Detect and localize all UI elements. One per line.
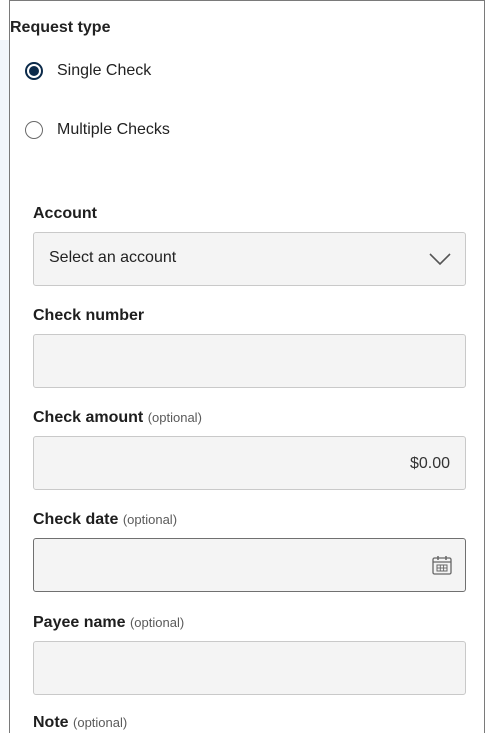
- check-amount-label: Check amount (optional): [33, 409, 202, 426]
- check-amount-value: $0.00: [409, 455, 450, 472]
- note-optional: (optional): [73, 715, 128, 730]
- radio-single-check[interactable]: Single Check: [25, 62, 151, 80]
- check-request-form: Request type Single Check Multiple Check…: [9, 0, 485, 733]
- radio-single-check-label: Single Check: [57, 62, 152, 79]
- radio-button-unselected[interactable]: [25, 121, 43, 139]
- check-date-input[interactable]: [33, 538, 466, 592]
- chevron-down-icon: [429, 253, 451, 266]
- payee-name-input[interactable]: [33, 641, 466, 695]
- request-type-title: Request type: [10, 19, 111, 36]
- check-number-label: Check number: [33, 307, 145, 324]
- radio-multiple-checks-label: Multiple Checks: [57, 121, 170, 138]
- payee-name-optional: (optional): [129, 615, 185, 630]
- note-label: Note (optional): [33, 714, 128, 731]
- check-amount-input[interactable]: $0.00: [33, 436, 466, 490]
- calendar-icon[interactable]: [431, 554, 453, 576]
- payee-name-label: Payee name (optional): [33, 614, 185, 631]
- account-select-value: Select an account: [49, 249, 177, 266]
- account-select[interactable]: Select an account: [33, 232, 466, 286]
- check-amount-optional: (optional): [147, 410, 202, 425]
- check-number-input[interactable]: [33, 334, 466, 388]
- radio-multiple-checks[interactable]: Multiple Checks: [25, 121, 170, 139]
- radio-button-selected[interactable]: [25, 62, 43, 80]
- check-date-optional: (optional): [122, 512, 178, 527]
- account-label: Account: [33, 205, 97, 222]
- check-date-label: Check date (optional): [33, 511, 178, 528]
